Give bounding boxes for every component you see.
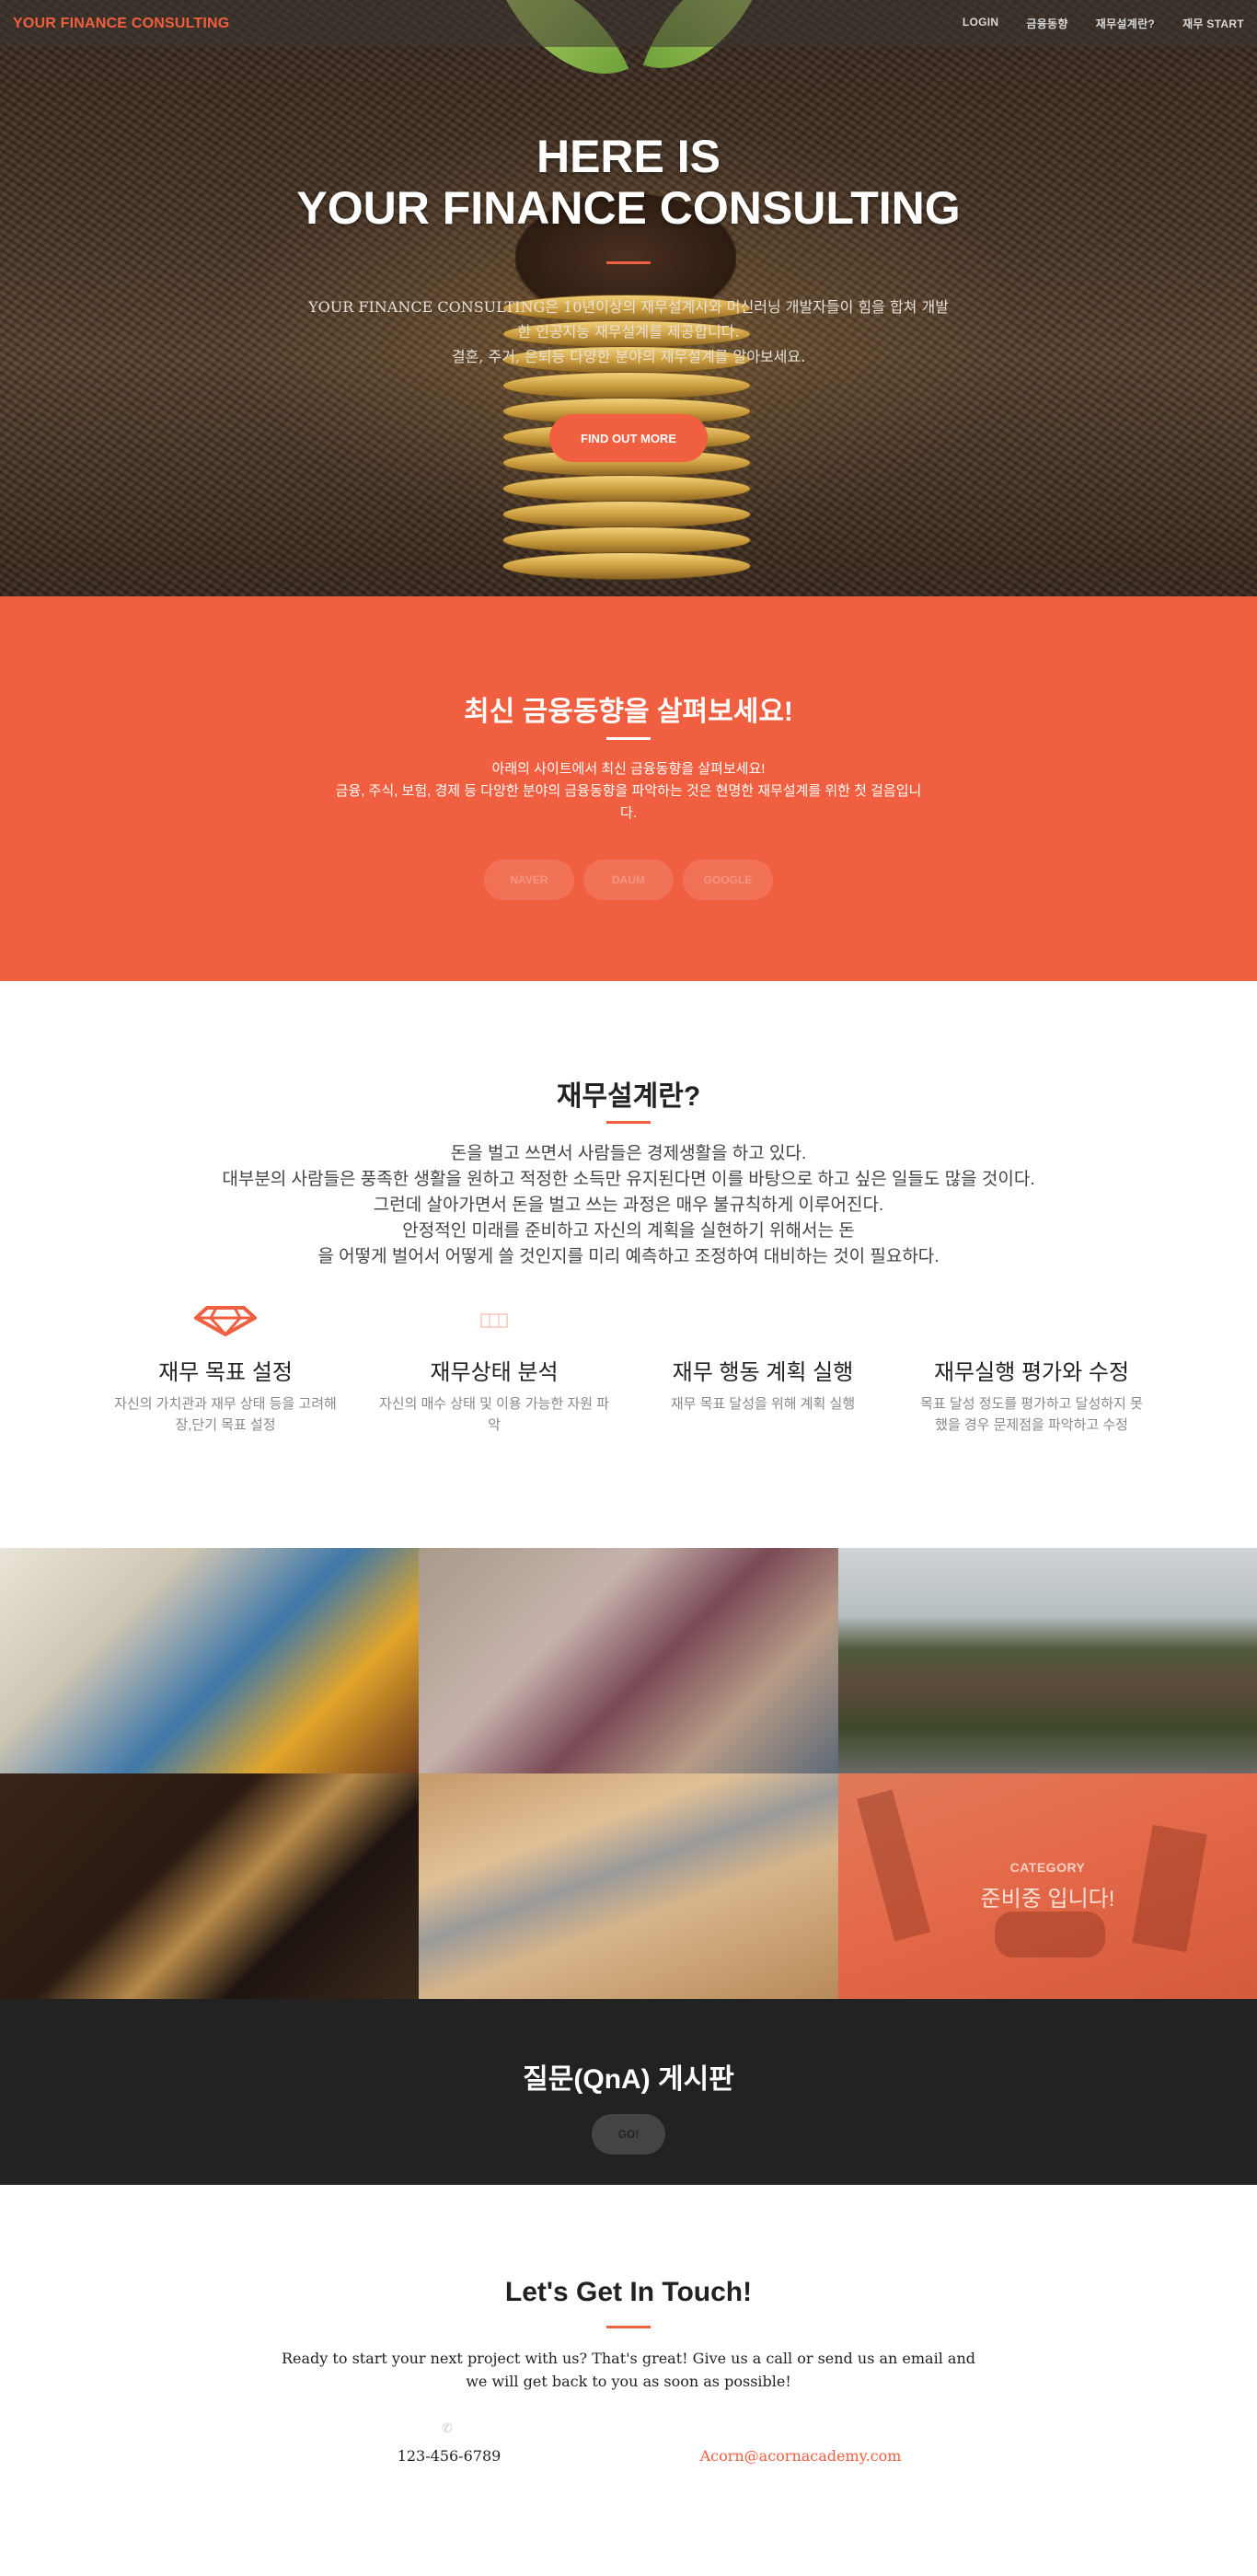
gallery-image-family[interactable]: [419, 1548, 838, 1773]
service-goal-setting: 재무 목표 설정 자신의 가치관과 재무 상태 등을 고려해 장,단기 목표 설…: [101, 1299, 350, 1436]
service-title: 재무 행동 계획 실행: [672, 1360, 854, 1385]
about-divider: [606, 1121, 651, 1124]
news-desc-line2: 금융, 주식, 보험, 경제 등 다양한 분야의 금융동향을 파악하는 것은 현…: [335, 783, 922, 799]
hero-content: HERE IS YOUR FINANCE CONSULTING YOUR FIN…: [0, 0, 1257, 596]
qna-section: 질문(QnA) 게시판 GO!: [0, 1999, 1257, 2185]
find-out-more-button[interactable]: FIND OUT MORE: [549, 414, 708, 462]
news-site-buttons: NAVER DAUM GOOGLE: [0, 860, 1257, 900]
hero-section: HERE IS YOUR FINANCE CONSULTING YOUR FIN…: [0, 0, 1257, 596]
hero-title: HERE IS YOUR FINANCE CONSULTING: [0, 131, 1257, 234]
gallery-image-house[interactable]: [838, 1548, 1257, 1773]
hero-desc-line2: 한 인공지능 재무설계를 제공합니다.: [517, 323, 740, 341]
qna-go-button[interactable]: GO!: [592, 2114, 665, 2154]
news-desc-line3: 다.: [620, 805, 637, 821]
news-description: 아래의 사이트에서 최신 금융동향을 살펴보세요! 금융, 주식, 보험, 경제…: [267, 758, 990, 825]
gallery-image-kitchen[interactable]: [0, 1773, 419, 1999]
service-title: 재무실행 평가와 수정: [933, 1360, 1130, 1385]
service-desc: 자신의 가치관과 재무 상태 등을 고려해 장,단기 목표 설정: [114, 1396, 337, 1433]
gallery-image-receipts[interactable]: [0, 1548, 419, 1773]
about-text: 돈을 벌고 쓰면서 사람들은 경제생활을 하고 있다. 대부분의 사람들은 풍족…: [120, 1141, 1137, 1270]
nav-finance-start[interactable]: 재무 START: [1182, 16, 1244, 31]
about-line: 대부분의 사람들은 풍족한 생활을 원하고 적정한 소득만 유지된다면 이를 바…: [222, 1170, 1035, 1189]
brand-logo-link[interactable]: YOUR FINANCE CONSULTING: [13, 16, 229, 32]
news-desc-line1: 아래의 사이트에서 최신 금융동향을 살펴보세요!: [491, 761, 766, 777]
service-status-analysis: 재무상태 분석 자신의 매수 상태 및 이용 가능한 자원 파악: [370, 1299, 618, 1436]
service-title: 재무 목표 설정: [158, 1360, 293, 1385]
contact-section: Let's Get In Touch! Ready to start your …: [0, 2185, 1257, 2465]
broken-image-icon: [370, 1299, 618, 1343]
blank-icon: [639, 1299, 887, 1343]
hero-title-line2: YOUR FINANCE CONSULTING: [296, 182, 961, 234]
news-divider: [606, 737, 651, 740]
hero-divider: [606, 261, 651, 264]
contact-description: Ready to start your next project with us…: [281, 2347, 976, 2393]
about-line: 그런데 살아가면서 돈을 벌고 쓰는 과정은 매우 불규칙하게 이루어진다.: [373, 1196, 884, 1215]
daum-button[interactable]: DAUM: [583, 860, 674, 900]
qna-title: 질문(QnA) 게시판: [523, 2064, 734, 2095]
contact-title: Let's Get In Touch!: [504, 2277, 753, 2307]
about-line: 돈을 벌고 쓰면서 사람들은 경제생활을 하고 있다.: [450, 1144, 807, 1163]
about-line: 을 어떻게 벌어서 어떻게 쓸 것인지를 미리 예측하고 조정하여 대비하는 것…: [317, 1247, 940, 1266]
hero-desc-line1: YOUR FINANCE CONSULTING은 10년이상의 재무설계사와 머…: [308, 298, 949, 316]
about-title: 재무설계란?: [556, 1081, 701, 1112]
nav-financial-planning[interactable]: 재무설계란?: [1096, 16, 1155, 31]
contact-desc-line2: we will get back to you as soon as possi…: [466, 2373, 791, 2390]
contact-divider: [606, 2326, 651, 2328]
category-overlay: CATEGORY 준비중 입니다!: [838, 1773, 1257, 1999]
hero-description: YOUR FINANCE CONSULTING은 10년이상의 재무설계사와 머…: [260, 295, 997, 369]
google-button[interactable]: GOOGLE: [683, 860, 773, 900]
contact-desc-line1: Ready to start your next project with us…: [282, 2350, 975, 2367]
portfolio-gallery: CATEGORY 준비중 입니다!: [0, 1548, 1257, 1999]
naver-button[interactable]: NAVER: [484, 860, 574, 900]
email-link[interactable]: Acorn@acornacademy.com: [663, 2447, 939, 2465]
service-evaluation: 재무실행 평가와 수정 목표 달성 정도를 평가하고 달성하지 못했을 경우 문…: [907, 1299, 1156, 1436]
category-name: 준비중 입니다!: [980, 1887, 1115, 1912]
service-title: 재무상태 분석: [430, 1360, 559, 1385]
top-navbar: YOUR FINANCE CONSULTING LOGIN 금융동향 재무설계란…: [0, 0, 1257, 47]
hero-title-line1: HERE IS: [536, 131, 721, 182]
diamond-icon: [101, 1299, 350, 1343]
nav-login[interactable]: LOGIN: [963, 16, 999, 31]
phone-number: 123-456-6789: [397, 2447, 502, 2465]
gallery-image-tools[interactable]: CATEGORY 준비중 입니다!: [838, 1773, 1257, 1999]
blank-icon: [907, 1299, 1156, 1343]
services-row: 재무 목표 설정 자신의 가치관과 재무 상태 등을 고려해 장,단기 목표 설…: [92, 1299, 1165, 1464]
nav-links: LOGIN 금융동향 재무설계란? 재무 START: [935, 16, 1244, 31]
finance-news-section: 최신 금융동향을 살펴보세요! 아래의 사이트에서 최신 금융동향을 살펴보세요…: [0, 596, 1257, 981]
category-label: CATEGORY: [1009, 1860, 1086, 1875]
service-action-plan: 재무 행동 계획 실행 재무 목표 달성을 위해 계획 실행: [639, 1299, 887, 1415]
phone-icon: ✆: [442, 2420, 453, 2435]
about-line: 안정적인 미래를 준비하고 자신의 계획을 실현하기 위해서는 돈: [402, 1221, 855, 1241]
service-desc: 재무 목표 달성을 위해 계획 실행: [670, 1396, 856, 1412]
news-title: 최신 금융동향을 살펴보세요!: [464, 697, 793, 727]
nav-finance-trends[interactable]: 금융동향: [1026, 16, 1067, 31]
gallery-image-brushes[interactable]: [419, 1773, 838, 1999]
financial-planning-section: 재무설계란? 돈을 벌고 쓰면서 사람들은 경제생활을 하고 있다. 대부분의 …: [0, 981, 1257, 1548]
hero-desc-line3: 결혼, 주거, 은퇴등 다양한 분야의 재무설계를 알아보세요.: [451, 348, 806, 365]
service-desc: 목표 달성 정도를 평가하고 달성하지 못했을 경우 문제점을 파악하고 수정: [920, 1396, 1143, 1433]
service-desc: 자신의 매수 상태 및 이용 가능한 자원 파악: [379, 1396, 609, 1433]
